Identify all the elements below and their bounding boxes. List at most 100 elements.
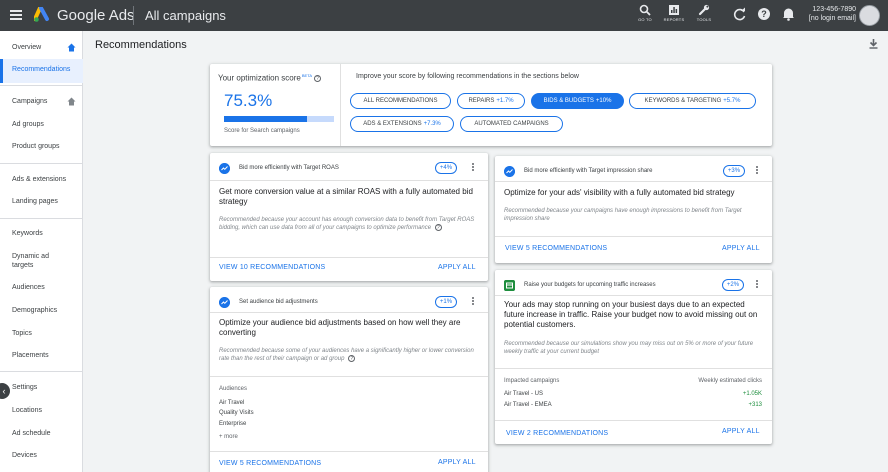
help-icon[interactable]: ?: [348, 355, 356, 362]
sidebar-item-product-groups[interactable]: Product groups: [0, 142, 83, 151]
collapse-sidebar-button[interactable]: ‹: [0, 383, 10, 399]
sidebar-item-devices[interactable]: Devices: [0, 451, 83, 460]
sidebar-item-ad-schedule[interactable]: Ad schedule: [0, 429, 83, 438]
card-divider: [495, 181, 772, 182]
sidebar-item-label: Landing pages: [12, 198, 58, 205]
chip-delta: +1.7%: [496, 98, 514, 104]
sidebar-item-ad-groups[interactable]: Ad groups: [0, 120, 83, 129]
menu-icon[interactable]: [10, 10, 22, 20]
brand-name: Google Ads: [57, 7, 135, 24]
chip-label: ALL RECOMMENDATIONS: [363, 98, 438, 104]
sidebar-item-label: Product groups: [12, 143, 60, 150]
apply-all-button[interactable]: APPLY ALL: [438, 264, 476, 271]
search-icon: [639, 4, 651, 16]
sidebar-item-label: Demographics: [12, 307, 58, 314]
card-heading: Raise your budgets for upcoming traffic …: [524, 282, 656, 288]
card-divider: [210, 376, 488, 377]
card-divider: [495, 420, 772, 421]
sidebar-item-settings[interactable]: Settings: [0, 383, 83, 392]
help-icon[interactable]: ?: [757, 7, 771, 21]
help-icon[interactable]: ?: [434, 224, 442, 231]
more-vert-icon[interactable]: [471, 297, 475, 306]
home-icon: [67, 43, 76, 52]
score-value: 75.3%: [224, 91, 273, 110]
reports-icon: [669, 5, 679, 15]
sidebar-item-topics[interactable]: Topics: [0, 329, 83, 338]
chip-all-recommendations[interactable]: ALL RECOMMENDATIONS: [350, 93, 451, 109]
view-recommendations-link[interactable]: VIEW 2 RECOMMENDATIONS: [506, 430, 608, 437]
trending-up-icon: [504, 166, 515, 177]
sidebar-item-overview[interactable]: Overview: [0, 43, 83, 52]
sidebar-item-campaigns[interactable]: Campaigns: [0, 97, 83, 106]
apply-all-button[interactable]: APPLY ALL: [722, 428, 760, 435]
account-info[interactable]: 123-456-7890 [no login email]: [809, 5, 856, 23]
card-divider: [210, 312, 488, 313]
impact-row: Air Travel - EMEA +313: [504, 402, 762, 408]
sidebar-divider: [0, 163, 83, 164]
apply-all-button[interactable]: APPLY ALL: [438, 459, 476, 466]
score-label: Your optimization scoreBETA?: [218, 73, 322, 83]
download-icon[interactable]: [869, 39, 878, 49]
chip-automated-campaigns[interactable]: AUTOMATED CAMPAIGNS: [460, 116, 563, 132]
chip-repairs[interactable]: REPAIRS +1.7%: [457, 93, 525, 109]
sidebar-item-label: Ad schedule: [12, 430, 51, 437]
more-vert-icon[interactable]: [471, 163, 475, 172]
tools-button[interactable]: TOOLS: [689, 4, 719, 22]
sidebar-item-landing-pages[interactable]: Landing pages: [0, 197, 83, 206]
chip-label: ADS & EXTENSIONS: [363, 121, 422, 127]
sidebar-item-label: Keywords: [12, 230, 43, 237]
sidebar-item-locations[interactable]: Locations: [0, 406, 83, 415]
help-icon[interactable]: ?: [314, 75, 322, 83]
raise-budgets-card: Raise your budgets for upcoming traffic …: [495, 270, 772, 444]
apply-all-button[interactable]: APPLY ALL: [722, 245, 760, 252]
goto-button[interactable]: GO TO: [630, 4, 660, 22]
sidebar-item-demographics[interactable]: Demographics: [0, 306, 83, 315]
chip-bids-budgets[interactable]: BIDS & BUDGETS +10%: [531, 93, 624, 109]
uplift-badge: +4%: [435, 162, 457, 174]
sidebar-item-ads-extensions[interactable]: Ads & extensions: [0, 175, 83, 184]
sidebar-item-label: Ad groups: [12, 121, 44, 128]
refresh-icon[interactable]: [733, 7, 747, 21]
view-recommendations-link[interactable]: VIEW 10 RECOMMENDATIONS: [219, 264, 325, 271]
reports-button[interactable]: REPORTS: [659, 4, 689, 22]
audiences-label: Audiences: [219, 386, 248, 392]
card-divider: [210, 180, 488, 181]
budget-icon: [504, 280, 515, 291]
sidebar-item-recommendations[interactable]: Recommendations: [0, 59, 83, 83]
svg-text:?: ?: [761, 9, 767, 19]
audience-bid-card: Set audience bid adjustments +1% Optimiz…: [210, 287, 488, 472]
chip-label: AUTOMATED CAMPAIGNS: [474, 121, 549, 127]
score-progress-bar: [224, 116, 334, 122]
more-vert-icon[interactable]: [755, 280, 759, 289]
card-reason: Recommended because some of your audienc…: [219, 347, 481, 363]
home-icon: [67, 97, 76, 106]
chip-keywords-targeting[interactable]: KEYWORDS & TARGETING +5.7%: [629, 93, 756, 109]
sidebar-item-audiences[interactable]: Audiences: [0, 283, 83, 292]
campaign-name: Air Travel - US: [504, 391, 544, 397]
top-bar: Google Ads All campaigns GO TO REPORTS T…: [0, 0, 888, 31]
sidebar-item-keywords[interactable]: Keywords: [0, 229, 83, 238]
goto-label: GO TO: [638, 17, 652, 22]
sidebar-item-placements[interactable]: Placements: [0, 351, 83, 360]
topbar-divider: [133, 6, 134, 25]
uplift-badge: +1%: [435, 296, 457, 308]
sidebar-item-label: Dynamic ad targets: [12, 253, 49, 269]
trending-up-icon: [219, 163, 230, 174]
view-recommendations-link[interactable]: VIEW 5 RECOMMENDATIONS: [219, 460, 321, 467]
clicks-value: +1.05K: [742, 391, 762, 397]
sidebar-item-dynamic-ad-targets[interactable]: Dynamic ad targets: [0, 252, 70, 270]
card-title: Optimize for your ads' visibility with a…: [504, 188, 735, 197]
chip-ads-extensions[interactable]: ADS & EXTENSIONS +7.3%: [350, 116, 454, 132]
view-recommendations-link[interactable]: VIEW 5 RECOMMENDATIONS: [505, 245, 607, 252]
more-vert-icon[interactable]: [755, 166, 759, 175]
notifications-icon[interactable]: [782, 7, 795, 21]
more-audiences-link[interactable]: + more: [219, 434, 238, 440]
score-panel: Your optimization scoreBETA? 75.3% Score…: [210, 64, 341, 146]
chip-delta: +5.7%: [723, 98, 741, 104]
campaign-name: Air Travel - EMEA: [504, 402, 552, 408]
account-email: [no login email]: [808, 15, 856, 22]
sidebar-item-label: Placements: [12, 352, 49, 359]
avatar[interactable]: [859, 5, 880, 26]
chip-label: KEYWORDS & TARGETING: [644, 98, 722, 104]
sidebar-divider: [0, 371, 83, 372]
